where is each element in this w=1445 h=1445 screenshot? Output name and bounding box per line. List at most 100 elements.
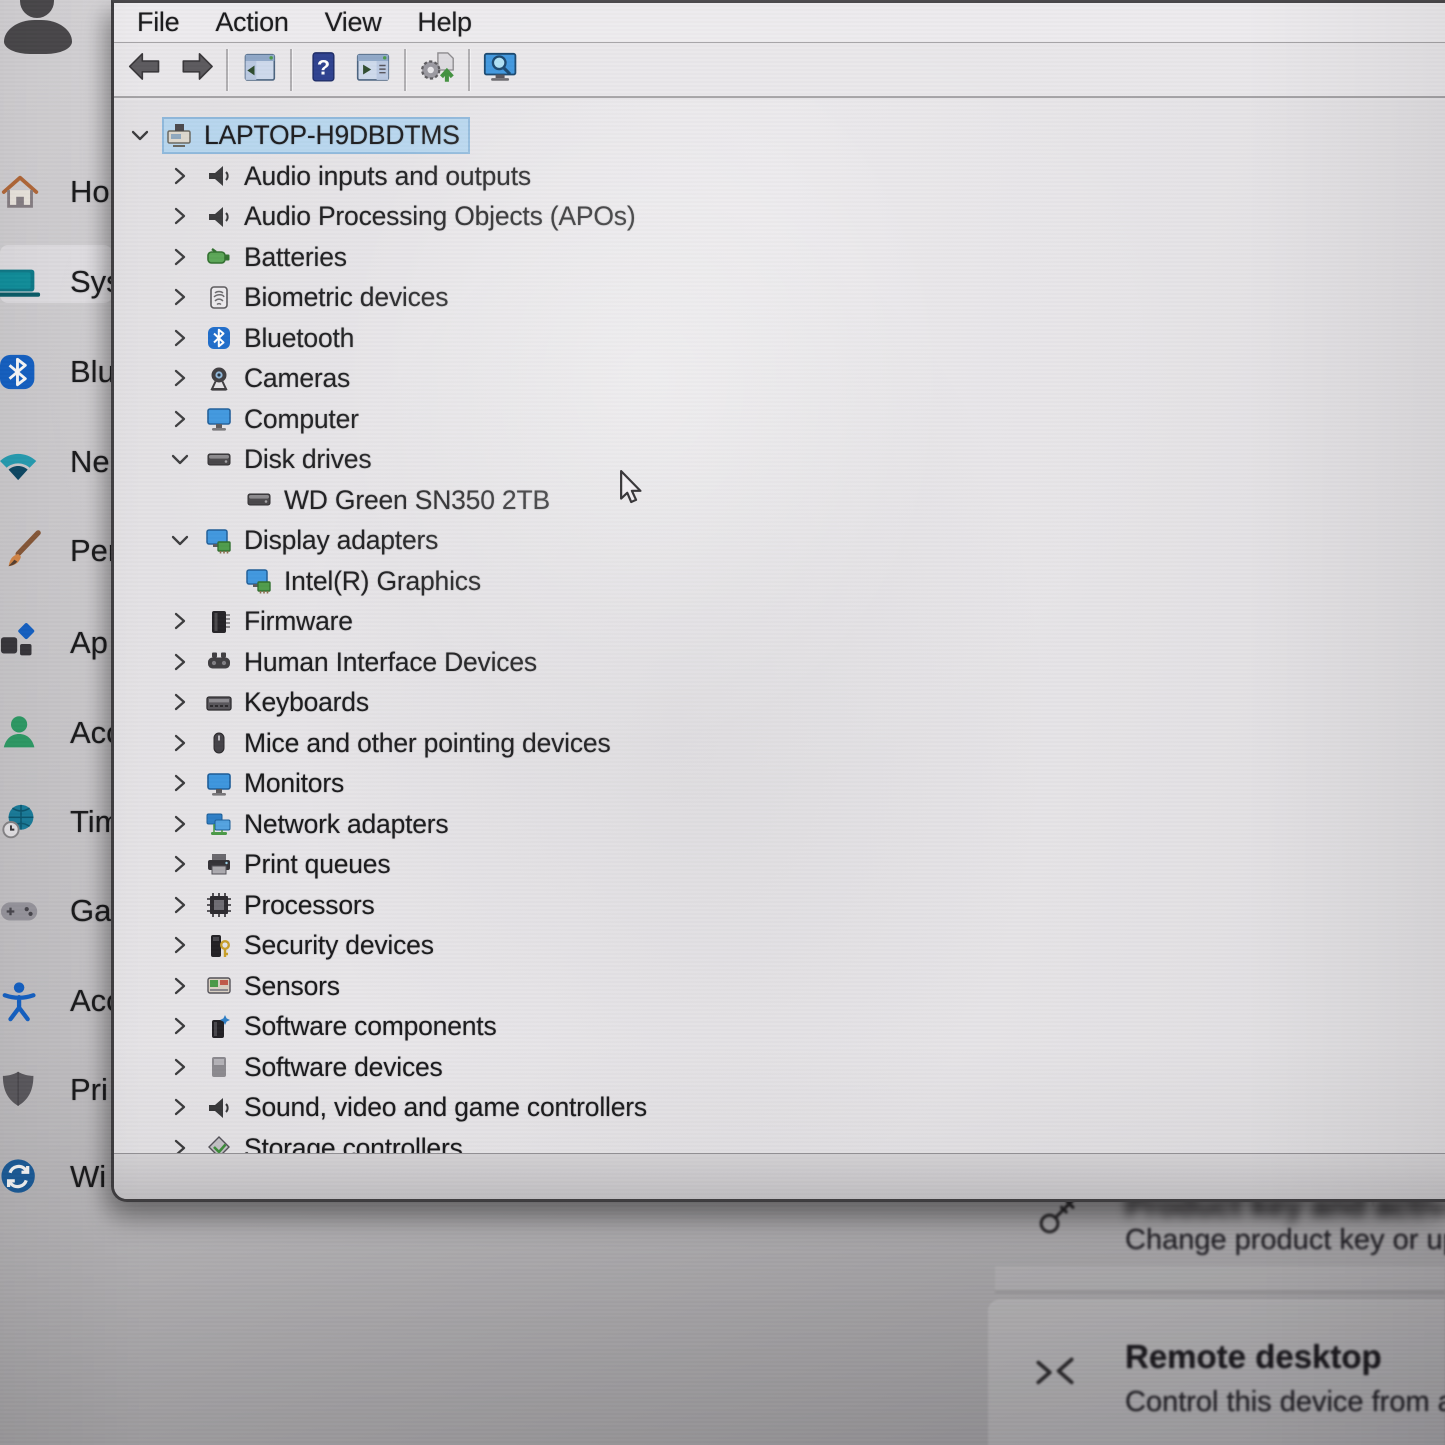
toolbar-scan-icon — [416, 52, 458, 88]
scan-hardware-changes-button[interactable] — [412, 48, 462, 92]
speaker-icon — [205, 203, 233, 231]
tree-item-computer[interactable]: Computer — [114, 399, 1445, 440]
tree-item-content[interactable]: Intel(R) Graphics — [242, 563, 491, 600]
tree-item-intel-r-graphics[interactable]: Intel(R) Graphics — [114, 561, 1445, 602]
tree-expand-toggle[interactable] — [169, 408, 191, 430]
tree-item-storage-controllers[interactable]: Storage controllers — [114, 1128, 1445, 1154]
tree-item-audio-inputs-and-outputs[interactable]: Audio inputs and outputs — [114, 156, 1445, 197]
tree-expand-toggle[interactable] — [169, 651, 191, 673]
help-button[interactable]: ? — [298, 48, 348, 92]
tree-item-batteries[interactable]: Batteries — [114, 237, 1445, 278]
tree-selection[interactable]: LAPTOP-H9DBDTMS — [162, 117, 470, 154]
tree-item-content[interactable]: Biometric devices — [202, 279, 458, 316]
forward-button[interactable] — [170, 48, 220, 92]
tree-collapse-toggle[interactable] — [129, 124, 151, 146]
camera-icon — [205, 365, 233, 393]
tree-expand-toggle[interactable] — [169, 286, 191, 308]
tree-item-security-devices[interactable]: Security devices — [114, 925, 1445, 966]
tree-expand-toggle[interactable] — [169, 165, 191, 187]
bluetooth-device-icon — [205, 324, 233, 352]
tree-expand-toggle[interactable] — [169, 327, 191, 349]
tree-item-label: LAPTOP-H9DBDTMS — [204, 120, 460, 151]
tree-item-content[interactable]: Network adapters — [202, 806, 458, 843]
tree-item-content[interactable]: Cameras — [202, 360, 360, 397]
tree-expand-toggle[interactable] — [169, 1015, 191, 1037]
tree-item-monitors[interactable]: Monitors — [114, 763, 1445, 804]
tree-item-label: Biometric devices — [244, 282, 448, 313]
tree-item-content[interactable]: Mice and other pointing devices — [202, 725, 621, 762]
tree-item-network-adapters[interactable]: Network adapters — [114, 804, 1445, 845]
remote-desktop-title[interactable]: Remote desktop — [1125, 1338, 1382, 1376]
tree-item-firmware[interactable]: Firmware — [114, 601, 1445, 642]
tree-item-cameras[interactable]: Cameras — [114, 358, 1445, 399]
tree-item-content[interactable]: Software components — [202, 1008, 507, 1045]
tree-expand-toggle[interactable] — [169, 246, 191, 268]
tree-item-disk-drives[interactable]: Disk drives — [114, 439, 1445, 480]
back-button[interactable] — [120, 48, 170, 92]
device-search-button[interactable] — [476, 48, 526, 92]
tree-item-content[interactable]: Display adapters — [202, 522, 448, 559]
tree-expand-toggle[interactable] — [169, 934, 191, 956]
tree-item-keyboards[interactable]: Keyboards — [114, 682, 1445, 723]
tree-item-processors[interactable]: Processors — [114, 885, 1445, 926]
tree-item-human-interface-devices[interactable]: Human Interface Devices — [114, 642, 1445, 683]
tree-item-software-devices[interactable]: Software devices — [114, 1047, 1445, 1088]
tree-collapse-toggle[interactable] — [169, 448, 191, 470]
activation-row-subtitle[interactable]: Change product key or up — [1125, 1224, 1445, 1257]
tree-item-content[interactable]: Monitors — [202, 765, 354, 802]
firmware-chip-icon — [205, 608, 233, 636]
tree-expand-toggle[interactable] — [169, 1096, 191, 1118]
menu-file[interactable]: File — [137, 7, 179, 38]
tree-expand-toggle[interactable] — [169, 853, 191, 875]
show-console-tree-button[interactable] — [234, 48, 284, 92]
tree-item-content[interactable]: Computer — [202, 401, 369, 438]
tree-item-content[interactable]: Print queues — [202, 846, 400, 883]
tree-item-audio-processing-objects-apos[interactable]: Audio Processing Objects (APOs) — [114, 196, 1445, 237]
tree-expand-toggle[interactable] — [169, 205, 191, 227]
menu-view[interactable]: View — [325, 7, 382, 38]
tree-item-laptop-h9dbdtms[interactable]: LAPTOP-H9DBDTMS — [114, 115, 1445, 156]
tree-collapse-toggle[interactable] — [169, 529, 191, 551]
tree-item-content[interactable]: Sound, video and game controllers — [202, 1089, 657, 1126]
tree-item-biometric-devices[interactable]: Biometric devices — [114, 277, 1445, 318]
tree-item-content[interactable]: Human Interface Devices — [202, 644, 547, 681]
disk-drive-icon — [245, 486, 273, 514]
tree-item-content[interactable]: Disk drives — [202, 441, 381, 478]
tree-item-print-queues[interactable]: Print queues — [114, 844, 1445, 885]
tree-item-content[interactable]: Batteries — [202, 239, 357, 276]
tree-item-mice-and-other-pointing-devices[interactable]: Mice and other pointing devices — [114, 723, 1445, 764]
processor-chip-icon — [205, 891, 233, 919]
show-action-pane-button[interactable] — [348, 48, 398, 92]
tree-item-wd-green-sn350-2tb[interactable]: WD Green SN350 2TB — [114, 480, 1445, 521]
tree-item-content[interactable]: Bluetooth — [202, 320, 364, 357]
tree-expand-toggle[interactable] — [169, 813, 191, 835]
tree-expand-toggle[interactable] — [169, 894, 191, 916]
tree-item-content[interactable]: Audio Processing Objects (APOs) — [202, 198, 645, 235]
tree-expand-toggle[interactable] — [169, 732, 191, 754]
tree-item-content[interactable]: WD Green SN350 2TB — [242, 482, 560, 519]
menu-help[interactable]: Help — [417, 7, 471, 38]
tree-item-display-adapters[interactable]: Display adapters — [114, 520, 1445, 561]
tree-item-content[interactable]: Firmware — [202, 603, 363, 640]
tree-expand-toggle[interactable] — [169, 367, 191, 389]
tree-item-content[interactable]: Sensors — [202, 968, 350, 1005]
chevron-right-icon — [169, 772, 191, 794]
tree-item-bluetooth[interactable]: Bluetooth — [114, 318, 1445, 359]
tree-item-content[interactable]: Software devices — [202, 1049, 453, 1086]
menu-action[interactable]: Action — [215, 7, 288, 38]
tree-item-content[interactable]: Security devices — [202, 927, 444, 964]
tree-expand-toggle[interactable] — [169, 691, 191, 713]
tree-expand-toggle[interactable] — [169, 1056, 191, 1078]
tree-expand-toggle[interactable] — [169, 1137, 191, 1154]
tree-item-software-components[interactable]: Software components — [114, 1006, 1445, 1047]
tree-item-content[interactable]: Keyboards — [202, 684, 379, 721]
toolbar-console-tree-icon — [238, 52, 280, 88]
tree-item-content[interactable]: Processors — [202, 887, 385, 924]
tree-expand-toggle[interactable] — [169, 610, 191, 632]
tree-item-content[interactable]: Audio inputs and outputs — [202, 158, 541, 195]
tree-item-sound-video-and-game-controllers[interactable]: Sound, video and game controllers — [114, 1087, 1445, 1128]
tree-item-sensors[interactable]: Sensors — [114, 966, 1445, 1007]
tree-item-content[interactable]: Storage controllers — [202, 1130, 473, 1154]
tree-expand-toggle[interactable] — [169, 772, 191, 794]
tree-expand-toggle[interactable] — [169, 975, 191, 997]
